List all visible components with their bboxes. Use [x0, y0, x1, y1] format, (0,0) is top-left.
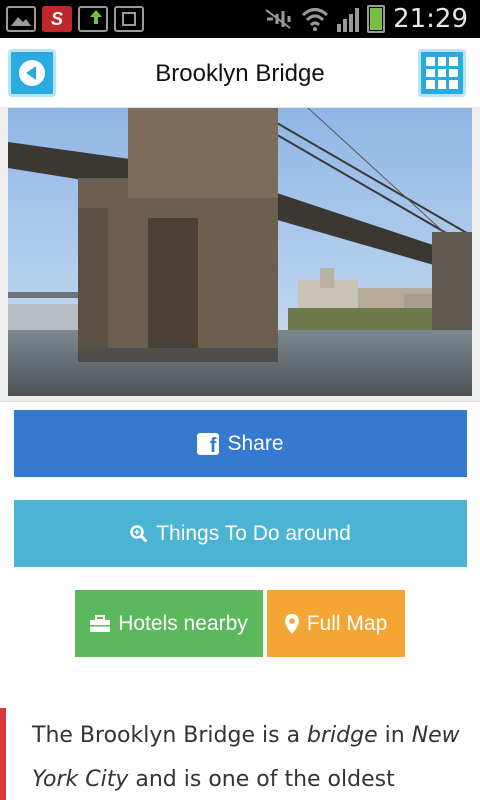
sim-icon	[114, 6, 144, 32]
zoom-search-icon	[130, 524, 148, 543]
bridge-photo	[0, 108, 480, 402]
clock: 21:29	[393, 4, 468, 34]
bridge-link[interactable]: bridge	[307, 723, 378, 748]
facebook-icon: f	[197, 432, 220, 455]
page-title: Brooklyn Bridge	[155, 60, 325, 87]
full-map-button[interactable]: Full Map	[267, 590, 405, 657]
signal-icon	[337, 6, 360, 32]
share-label: Share	[227, 431, 284, 455]
status-bar: S 21:29	[0, 0, 480, 38]
gallery-icon	[6, 6, 36, 32]
wifi-icon	[302, 8, 329, 31]
share-button[interactable]: f Share	[14, 410, 467, 477]
mute-icon	[265, 9, 291, 29]
description-block: The Brooklyn Bridge is a bridge in New Y…	[0, 708, 480, 800]
map-marker-icon	[284, 613, 299, 634]
app-bar: Brooklyn Bridge	[0, 38, 480, 108]
notification-icons: S	[6, 6, 144, 32]
battery-icon	[367, 5, 386, 33]
things-to-do-label: Things To Do around	[156, 521, 351, 545]
system-icons: 21:29	[263, 4, 468, 34]
hotels-nearby-button[interactable]: Hotels nearby	[75, 590, 263, 657]
s-app-icon: S	[42, 6, 72, 32]
full-map-label: Full Map	[306, 611, 388, 635]
back-button[interactable]	[8, 49, 56, 97]
back-arrow-icon	[19, 60, 45, 86]
bridge-image	[8, 108, 472, 396]
hotels-nearby-label: Hotels nearby	[118, 611, 248, 635]
grid-menu-icon	[426, 57, 435, 66]
grid-menu-button[interactable]	[418, 49, 466, 97]
description-text: The Brooklyn Bridge is a bridge in New Y…	[32, 723, 460, 792]
things-to-do-button[interactable]: Things To Do around	[14, 500, 467, 567]
briefcase-icon	[90, 614, 111, 632]
upload-icon	[78, 6, 108, 32]
